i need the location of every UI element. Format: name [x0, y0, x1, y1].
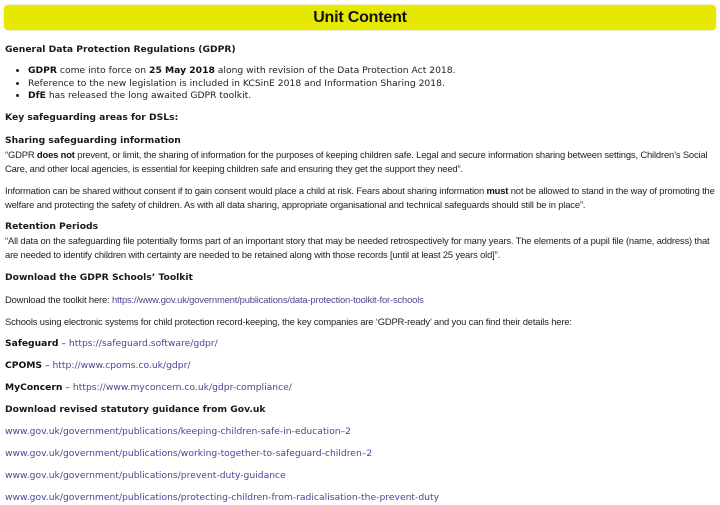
company-name: Safeguard [5, 337, 59, 349]
sharing-heading: Sharing safeguarding information [5, 134, 181, 146]
separator: – [62, 381, 73, 393]
banner-title: Unit Content [313, 8, 407, 26]
guidance-link-kcsie[interactable]: www.gov.uk/government/publications/keepi… [5, 426, 351, 437]
key-areas-heading: Key safeguarding areas for DSLs: [5, 111, 179, 123]
separator: – [42, 359, 53, 371]
company-name: MyConcern [5, 381, 63, 393]
text: has released the long awaited GDPR toolk… [45, 90, 252, 102]
text: “GDPR [5, 148, 37, 160]
text: Information can be shared without consen… [5, 184, 487, 196]
unit-content-body: General Data Protection Regulations (GDP… [5, 43, 717, 505]
myconcern-link[interactable]: https://www.myconcern.co.uk/gdpr-complia… [73, 382, 292, 393]
guidance-link-radicalisation[interactable]: www.gov.uk/government/publications/prote… [5, 492, 439, 503]
guidance-heading: Download revised statutory guidance from… [5, 403, 266, 415]
guidance-link-prevent-duty[interactable]: www.gov.uk/government/publications/preve… [5, 470, 286, 481]
text: Download the toolkit here: [5, 293, 112, 305]
bold-date: 25 May 2018 [149, 65, 215, 76]
retention-paragraph: “All data on the safeguarding file poten… [5, 234, 710, 260]
bold-text: does not [36, 148, 75, 160]
list-item: GDPR come into force on 25 May 2018 alon… [28, 65, 717, 78]
bold-text: must [486, 184, 509, 196]
cpoms-link[interactable]: http://www.cpoms.co.uk/gdpr/ [52, 360, 190, 371]
companies-intro: Schools using electronic systems for chi… [5, 315, 572, 327]
text: along with revision of the Data Protecti… [214, 65, 456, 76]
sharing-paragraph-1: “GDPR does not prevent, or limit, the sh… [5, 148, 717, 176]
list-item: Reference to the new legislation is incl… [28, 78, 717, 91]
bold-text: GDPR [28, 65, 57, 76]
text: Reference to the new legislation is incl… [28, 77, 445, 89]
guidance-link-working-together[interactable]: www.gov.uk/government/publications/worki… [5, 448, 372, 459]
safeguard-link[interactable]: https://safeguard.software/gdpr/ [69, 338, 218, 349]
company-name: CPOMS [5, 359, 43, 371]
unit-content-banner: Unit Content [4, 5, 716, 30]
retention-heading: Retention Periods [5, 220, 99, 232]
gdpr-heading: General Data Protection Regulations (GDP… [5, 44, 236, 55]
guidance-link-item: www.gov.uk/government/publications/worki… [5, 447, 717, 461]
text: prevent, or limit, the sharing of inform… [5, 148, 708, 174]
toolkit-download-line: Download the toolkit here: https://www.g… [5, 293, 717, 307]
sharing-paragraph-2: Information can be shared without consen… [5, 184, 717, 212]
company-cpoms: CPOMS – http://www.cpoms.co.uk/gdpr/ [5, 359, 717, 373]
separator: – [58, 337, 69, 349]
text: come into force on [56, 65, 150, 76]
company-safeguard: Safeguard – https://safeguard.software/g… [5, 337, 717, 351]
gdpr-bullet-list: GDPR come into force on 25 May 2018 alon… [5, 65, 717, 103]
toolkit-link[interactable]: https://www.gov.uk/government/publicatio… [112, 294, 424, 305]
company-myconcern: MyConcern – https://www.myconcern.co.uk/… [5, 381, 717, 395]
toolkit-heading: Download the GDPR Schools’ Toolkit [5, 271, 193, 283]
guidance-link-item: www.gov.uk/government/publications/keepi… [5, 425, 717, 439]
bold-text: DfE [28, 90, 46, 102]
list-item: DfE has released the long awaited GDPR t… [28, 90, 717, 103]
guidance-link-item: www.gov.uk/government/publications/preve… [5, 469, 717, 483]
